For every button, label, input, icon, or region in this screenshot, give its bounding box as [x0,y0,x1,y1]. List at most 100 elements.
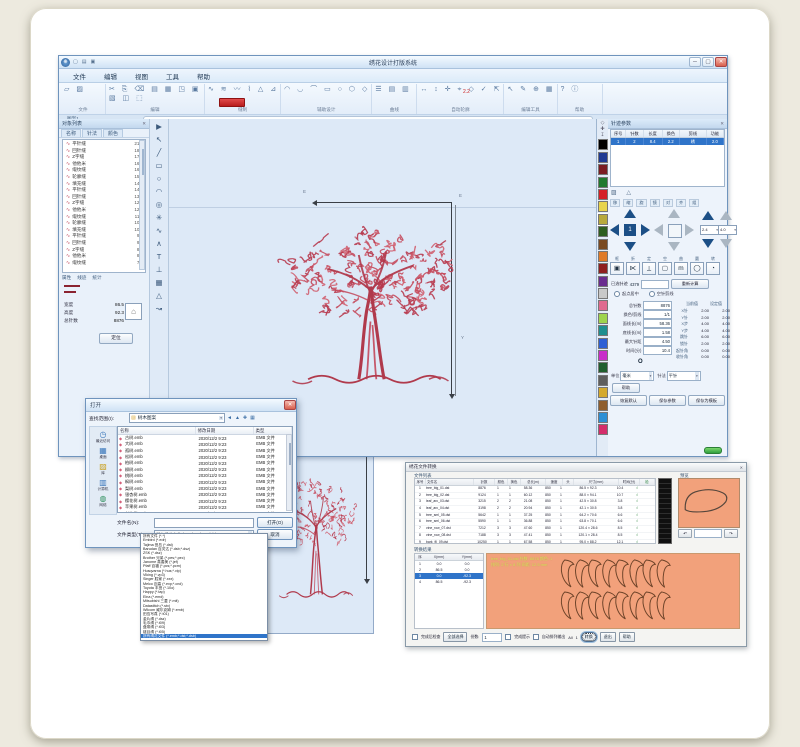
batch-table-row[interactable]: 2 tree_big_02.dst 9124 1 1 60.12 850 1 8… [415,493,655,500]
batch-table-header[interactable]: 针数 [474,479,495,485]
batch-table-row[interactable]: 6 tree_sml_06.dst 5590 1 1 36.88 850 1 6… [415,519,655,526]
tool-button[interactable]: ○ [152,172,166,185]
palette-color-swatch[interactable] [598,139,608,150]
dialog-nav-icon[interactable]: ✚ [243,415,247,421]
scrollbar-thumb[interactable] [142,149,144,175]
tool-button[interactable]: ↝ [152,302,166,315]
parameter-set-value[interactable]: 0.00 [709,354,730,361]
thread-swatch[interactable] [64,285,80,287]
properties-tab[interactable]: 属性 [62,275,71,281]
palette-color-swatch[interactable] [598,362,608,373]
panel-action-button[interactable]: 保存参数 [649,395,686,406]
file-row[interactable]: ◆ 枫树.emb 2020/12/2 9:23 EMB 文件 [118,479,292,485]
object-list-item[interactable]: ∿ Z字缝 174 [63,154,145,161]
function-button[interactable]: 框 ▣ [610,257,624,275]
batch-table-header[interactable]: 尺寸(mm) [574,479,619,485]
date-column-header[interactable]: 修改日期 [196,427,254,434]
dialog-nav-icon[interactable]: ▲ [235,415,240,421]
move-step-value[interactable]: 1 [624,224,636,236]
batch-table-header[interactable]: 颜色 [495,479,508,485]
rotate-angle-input[interactable] [694,529,722,538]
file-list[interactable]: 名称 修改日期 类型 ◆ 古树.emb 2020/12/2 9:23 EMB 文… [117,426,293,513]
checkbox-icon[interactable] [412,634,418,640]
name-column-header[interactable]: 名称 [118,427,196,434]
tool-button[interactable]: T [152,250,166,263]
density-value[interactable]: 2.4 ▾ [700,225,719,235]
chevron-down-icon[interactable]: ▾ [695,372,699,380]
checkbox-icon[interactable] [533,634,539,640]
function-button-icon[interactable]: ◯ [690,262,704,275]
palette-color-swatch[interactable] [598,313,608,324]
palette-color-swatch[interactable] [598,424,608,435]
length-value[interactable]: 4.0 ▾ [718,225,737,235]
scale-left-arrow[interactable] [654,224,663,236]
ribbon-group[interactable]: ✂ ⎘ ⌫ ▤ ▦ ◳ ▣ ▧ ◫ ⬚ 编辑 [106,84,205,114]
file-row[interactable]: ◆ 梨树.emb 2020/12/2 9:23 EMB 文件 [118,485,292,491]
dialog-close-button[interactable]: ✕ [284,400,296,410]
function-button-icon[interactable]: ◔ [706,262,720,275]
select-all-button[interactable]: 全部选择 [443,632,467,642]
batch-table-row[interactable]: 7 vine_row_07.dst 7212 3 3 47.60 850 1 1… [415,526,655,533]
menu-item[interactable]: 帮助 [189,69,218,82]
filetype-option[interactable]: 所有绣花文件 (*.emb;*.dst;*.dsb) [141,634,267,638]
layout-preview-area[interactable]: tree_big_01.dst 针数: 8876 颜色: 1 排列: 2 行 ×… [486,553,740,629]
dropdown-select[interactable]: 毫米 ▾ [620,371,654,381]
batch-table-row[interactable]: 5 tree_sml_05.dst 5642 1 1 37.25 850 1 6… [415,513,655,520]
function-button[interactable]: 曲 m [674,257,688,275]
thread-swatch[interactable] [64,291,76,293]
palette-color-swatch[interactable] [598,251,608,262]
ribbon-group-icons[interactable]: ↔ ↕ ✛ ⌖ ◇ ✓ ⇱ [420,85,500,106]
locate-button[interactable]: 定位 [99,333,133,344]
close-button[interactable]: ✕ [715,57,727,67]
tool-button[interactable]: ⊥ [152,263,166,276]
ribbon-group[interactable]: ☰ ▤ ▥ 曲线 [372,84,417,114]
object-list-item[interactable]: ∿ 轮廓缝 109 [63,220,145,227]
stitch-table-cell[interactable]: 2.2 [663,138,680,145]
place-item[interactable]: ▥ 计算机 [98,478,109,491]
offset-table-header[interactable]: Y(mm) [453,554,481,560]
scale-up-arrow[interactable] [668,209,680,218]
stitch-table-header[interactable]: 长度 [644,130,663,137]
form-value-input[interactable]: 58.36 [643,319,672,328]
batch-table-header[interactable]: 序号 [415,479,426,485]
transform-tab[interactable]: 旋 [636,199,646,207]
nudge-left-arrow[interactable] [610,224,619,236]
palette-color-swatch[interactable] [598,201,608,212]
function-button-icon[interactable]: ▢ [658,262,672,275]
palette-color-swatch[interactable] [598,300,608,311]
look-in-dropdown[interactable]: ▨ 树木图案 ▾ [129,413,225,423]
tool-button[interactable]: ✳ [152,211,166,224]
spin-up-arrow[interactable] [720,211,732,220]
stitch-table-header[interactable]: 序号 [611,130,626,137]
dialog-nav-icon[interactable]: ◄ [227,415,232,421]
palette-color-swatch[interactable] [598,400,608,411]
file-row[interactable]: ◆ 银杏树.emb 2020/12/2 9:23 EMB 文件 [118,492,292,498]
stitch-table[interactable]: 序号针数长度换色剪线功能 128.42.2绣2.0 [610,129,725,187]
place-icon[interactable]: ▦ [99,446,107,455]
offset-table-header[interactable]: X(mm) [425,554,453,560]
batch-table-header[interactable]: 检 [640,479,655,485]
stitch-table-cell[interactable]: 2 [626,138,643,145]
transform-tab[interactable]: 镜 [650,199,660,207]
scale-right-arrow[interactable] [685,224,694,236]
dialog-title-bar[interactable]: 打开 ✕ [86,399,296,412]
place-item[interactable]: ◷ 最近访问 [96,430,110,443]
form-value-input[interactable]: 1/1 [643,310,672,319]
object-list-item[interactable]: ∿ 缎纹缝 76 [63,260,145,267]
batch-table-row[interactable]: 1 tree_big_01.dst 8876 1 1 58.36 850 1 8… [415,486,655,493]
panel-action-button[interactable]: 保存为模板 [688,395,725,406]
stitch-table-cell[interactable]: 1 [611,138,626,145]
scrollbar-thumb[interactable] [289,443,291,465]
panel-close-icon[interactable]: ✕ [142,121,146,127]
ribbon-group[interactable]: ↔ ↕ ✛ ⌖ ◇ ✓ ⇱ 自动轮廓 [417,84,504,114]
file-row[interactable]: ◆ 樱花树.emb 2020/12/2 9:23 EMB 文件 [118,498,292,504]
stitch-table-cell[interactable]: 2.0 [707,138,724,145]
cell-checkmark[interactable]: √ [630,526,644,532]
chevron-down-icon[interactable]: ▾ [734,226,736,234]
batch-table-header[interactable]: 文件名 [426,479,474,485]
ribbon-group[interactable]: ? ⓘ 帮助 [558,84,603,114]
ribbon-group[interactable]: ↖ ✎ ⊕ ▦ 编辑工具 [504,84,557,114]
file-row[interactable]: ◆ 柏树.emb 2020/12/2 9:23 EMB 文件 [118,460,292,466]
ribbon-group-icons[interactable]: ? ⓘ [561,85,599,106]
batch-table-header[interactable]: 总长(m) [521,479,546,485]
